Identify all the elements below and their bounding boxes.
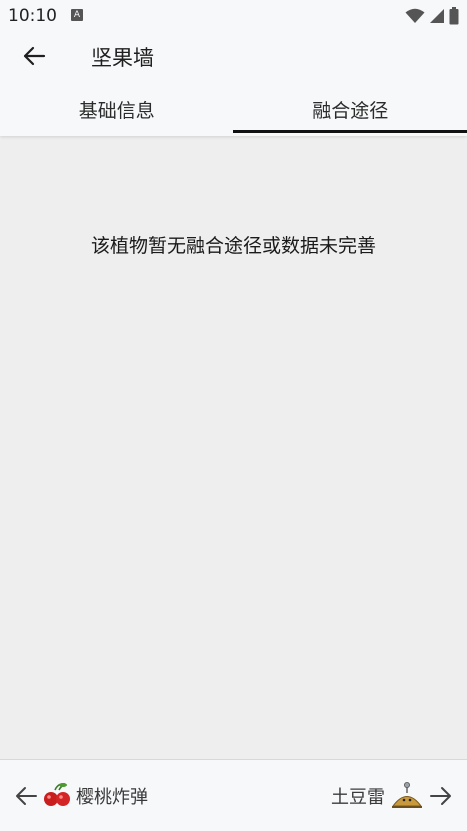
arrow-left-icon <box>14 786 38 806</box>
app-bar: 坚果墙 <box>0 32 467 80</box>
tab-fusion-path[interactable]: 融合途径 <box>234 84 467 134</box>
status-icons <box>405 6 459 26</box>
status-time: 10:10 <box>8 6 57 26</box>
top-bar: 10:10 A 坚果墙 基础信息 融合途径 <box>0 0 467 136</box>
page-title: 坚果墙 <box>91 42 154 72</box>
tab-label: 融合途径 <box>312 96 388 123</box>
empty-message: 该植物暂无融合途径或数据未完善 <box>0 231 467 258</box>
tab-basic-info[interactable]: 基础信息 <box>0 84 234 134</box>
back-button[interactable] <box>14 38 54 74</box>
status-bar: 10:10 A <box>0 0 467 32</box>
tab-label: 基础信息 <box>79 96 155 123</box>
notification-a-icon: A <box>71 9 83 21</box>
arrow-right-icon <box>429 786 453 806</box>
cherry-bomb-icon <box>42 781 72 811</box>
bottom-nav: 樱桃炸弹 土豆雷 <box>0 759 467 831</box>
tab-bar: 基础信息 融合途径 <box>0 84 467 134</box>
prev-plant-label: 樱桃炸弹 <box>76 783 148 809</box>
signal-icon <box>429 8 445 24</box>
battery-icon <box>449 7 459 25</box>
tab-indicator <box>233 130 467 133</box>
arrow-left-icon <box>22 46 46 66</box>
potato-mine-icon <box>389 781 425 811</box>
prev-plant-button[interactable]: 樱桃炸弹 <box>14 778 148 814</box>
next-plant-button[interactable]: 土豆雷 <box>331 778 453 814</box>
next-plant-label: 土豆雷 <box>331 783 385 809</box>
wifi-icon <box>405 8 425 24</box>
